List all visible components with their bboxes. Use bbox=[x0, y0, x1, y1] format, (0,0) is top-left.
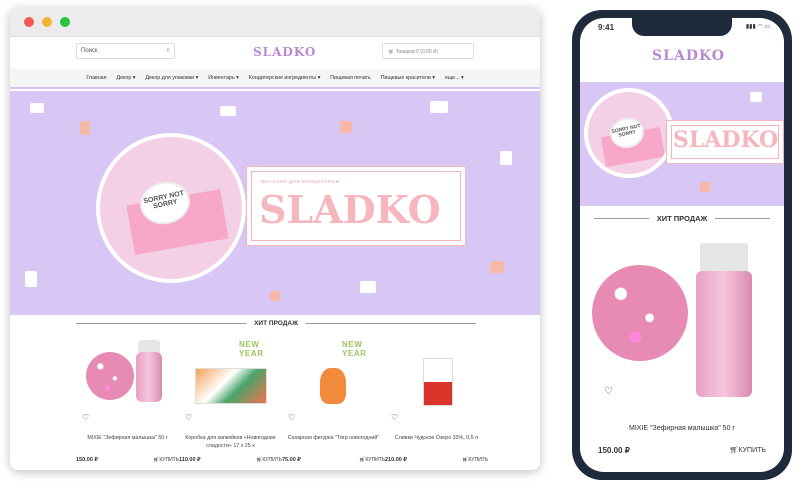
heart-icon[interactable]: ♡ bbox=[604, 386, 613, 397]
product-image[interactable] bbox=[189, 340, 269, 410]
product-price: 75.00 ₽ bbox=[282, 457, 301, 463]
product-name[interactable]: Коробка для капкейков «Новогодние сладос… bbox=[179, 434, 282, 450]
maximize-button[interactable] bbox=[60, 17, 70, 27]
nav-home[interactable]: Главная bbox=[86, 75, 106, 81]
product-price: 150.00 ₽ bbox=[598, 446, 630, 455]
status-time: 9:41 bbox=[598, 23, 615, 32]
nav-packaging-decor[interactable]: Декор для упаковки ▾ bbox=[145, 75, 198, 81]
buy-button[interactable]: 🛒︎КУПИТЬ bbox=[256, 457, 282, 463]
title-bar bbox=[10, 8, 540, 37]
product-name[interactable]: MIXIE "Зефирная малышка" 50 г bbox=[580, 425, 784, 432]
mobile-product-image[interactable] bbox=[592, 243, 772, 403]
status-icons: ▮▮▮ ◠ ▭ bbox=[745, 24, 770, 30]
heart-icon[interactable]: ♡ bbox=[391, 413, 398, 422]
product-name[interactable]: MIXIE "Зефирная малышка" 50 г bbox=[76, 434, 179, 442]
nav-decor[interactable]: Декор ▾ bbox=[117, 75, 136, 81]
product-price: 210.00 ₽ bbox=[385, 457, 407, 463]
phone-frame: 9:41 ▮▮▮ ◠ ▭ SLADKO SORRY NOT SORRY SLAD… bbox=[572, 10, 792, 480]
site-logo[interactable]: SLADKO bbox=[253, 45, 316, 59]
search-input[interactable]: Поиск ⌕ bbox=[76, 43, 175, 59]
section-title: ХИТ ПРОДАЖ bbox=[656, 214, 708, 223]
nav-ingredients[interactable]: Кондитерские ингредиенты ▾ bbox=[249, 75, 320, 81]
search-placeholder: Поиск bbox=[81, 48, 98, 54]
nav-tools[interactable]: Инвентарь ▾ bbox=[208, 75, 239, 81]
section-heading: ХИТ ПРОДАЖ bbox=[76, 320, 476, 327]
main-nav: Главная Декор ▾ Декор для упаковки ▾ Инв… bbox=[10, 69, 540, 89]
cart-summary: Товаров 0 (0.00 ₽) bbox=[395, 49, 438, 55]
cart-icon: 🛒︎ bbox=[388, 49, 396, 55]
product-card[interactable]: NEW YEAR ♡ Коробка для капкейков «Нового… bbox=[179, 340, 282, 470]
product-image[interactable] bbox=[292, 340, 372, 410]
minimize-button[interactable] bbox=[42, 17, 52, 27]
buy-button[interactable]: 🛒︎КУПИТЬ bbox=[359, 457, 385, 463]
nav-more[interactable]: еще... ▾ bbox=[445, 75, 464, 81]
product-image[interactable] bbox=[86, 340, 166, 410]
brand-name: SLADKO bbox=[673, 127, 779, 153]
product-card[interactable]: NEW YEAR ♡ Сахарная фигурка "Тигр нового… bbox=[282, 340, 385, 470]
buy-button[interactable]: 🛒︎КУПИТЬ bbox=[462, 457, 488, 463]
brand-plate: МАГАЗИН ДЛЯ КОНДИТЕРОВ SLADKO bbox=[246, 166, 466, 246]
heart-icon[interactable]: ♡ bbox=[82, 413, 89, 422]
desktop-browser-window: Поиск ⌕ SLADKO 🛒︎ Товаров 0 (0.00 ₽) Глав… bbox=[10, 8, 540, 470]
brand-tagline: МАГАЗИН ДЛЯ КОНДИТЕРОВ bbox=[261, 179, 340, 184]
buy-button[interactable]: 🛒︎КУПИТЬ bbox=[153, 457, 179, 463]
hero-photo: SORRY NOT SORRY bbox=[96, 133, 246, 283]
search-icon[interactable]: ⌕ bbox=[166, 47, 170, 55]
product-name[interactable]: Сливки Чудское Озеро 33%, 0,5 л bbox=[385, 434, 488, 442]
heart-icon[interactable]: ♡ bbox=[288, 413, 295, 422]
product-price: 150.00 ₽ bbox=[76, 457, 98, 463]
buy-button[interactable]: 🛒︎КУПИТЬ bbox=[730, 446, 766, 454]
phone-screen: 9:41 ▮▮▮ ◠ ▭ SLADKO SORRY NOT SORRY SLAD… bbox=[580, 18, 784, 472]
product-image[interactable] bbox=[395, 340, 475, 410]
mobile-logo[interactable]: SLADKO bbox=[652, 48, 725, 64]
nav-food-colors[interactable]: Пищевые красители ▾ bbox=[381, 75, 435, 81]
nav-edible-print[interactable]: Пищевая печать bbox=[330, 75, 370, 81]
brand-name: SLADKO bbox=[259, 187, 441, 232]
product-name[interactable]: Сахарная фигурка "Тигр новогодний" bbox=[282, 434, 385, 442]
mobile-section-heading: ХИТ ПРОДАЖ bbox=[594, 214, 770, 223]
product-card[interactable]: ♡ MIXIE "Зефирная малышка" 50 г 150.00 ₽… bbox=[76, 340, 179, 470]
hero-banner[interactable]: SORRY NOT SORRY МАГАЗИН ДЛЯ КОНДИТЕРОВ S… bbox=[10, 91, 540, 315]
heart-icon[interactable]: ♡ bbox=[185, 413, 192, 422]
close-button[interactable] bbox=[24, 17, 34, 27]
product-price: 110.00 ₽ bbox=[179, 457, 201, 463]
mobile-hero-banner[interactable]: SORRY NOT SORRY SLADKO bbox=[580, 82, 784, 206]
site-header: Поиск ⌕ SLADKO 🛒︎ Товаров 0 (0.00 ₽) bbox=[10, 37, 540, 69]
product-card[interactable]: ♡ Сливки Чудское Озеро 33%, 0,5 л 210.00… bbox=[385, 340, 488, 470]
cart-button[interactable]: 🛒︎ Товаров 0 (0.00 ₽) bbox=[382, 43, 474, 59]
section-title: ХИТ ПРОДАЖ bbox=[254, 320, 298, 327]
